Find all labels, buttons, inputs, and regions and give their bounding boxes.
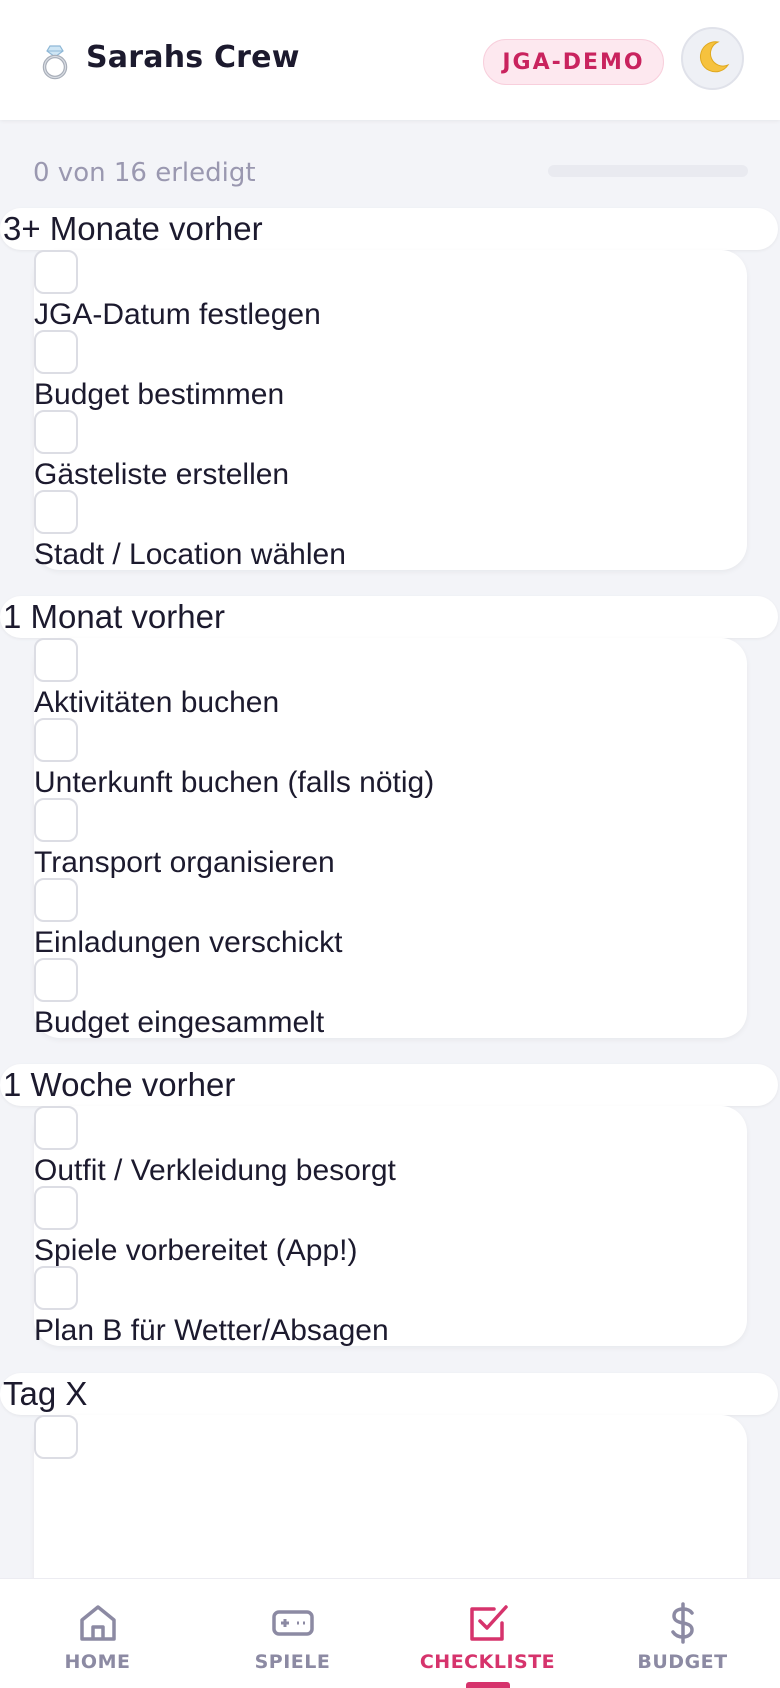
active-tab-indicator [466, 1682, 510, 1688]
ring-icon [38, 44, 72, 80]
section-header-tag-x[interactable]: Tag X [0, 1373, 778, 1415]
checklist-item[interactable]: Outfit / Verkleidung besorgt [34, 1106, 747, 1192]
checkbox[interactable] [34, 878, 78, 922]
section-card-tag-x [34, 1415, 747, 1578]
dollar-icon [661, 1601, 705, 1645]
home-icon [76, 1601, 120, 1645]
checklist-item[interactable]: JGA-Datum festlegen [34, 250, 747, 336]
checklist-item[interactable]: Plan B für Wetter/Absagen [34, 1266, 747, 1352]
section-header-3-monate[interactable]: 3+ Monate vorher [0, 208, 778, 250]
section-card-1-woche: Outfit / Verkleidung besorgt Spiele vorb… [34, 1106, 747, 1347]
app-root: 0 von 16 erledigt 3+ Monate vorher JGA-D… [0, 0, 780, 1688]
checklist-item[interactable]: Budget bestimmen [34, 330, 747, 416]
nav-label: BUDGET [637, 1651, 728, 1673]
item-label: Budget bestimmen [34, 378, 285, 411]
checkbox[interactable] [34, 250, 78, 294]
checkbox[interactable] [34, 718, 78, 762]
checklist-item[interactable]: Stadt / Location wählen [34, 490, 747, 576]
checkbox[interactable] [34, 490, 78, 534]
nav-label: HOME [64, 1651, 131, 1673]
item-label: Einladungen verschickt [34, 926, 343, 959]
nav-item-spiele[interactable]: SPIELE [195, 1579, 390, 1688]
checkbox[interactable] [34, 958, 78, 1002]
checkbox[interactable] [34, 798, 78, 842]
checkbox[interactable] [34, 330, 78, 374]
nav-label: CHECKLISTE [419, 1651, 556, 1673]
nav-item-budget[interactable]: BUDGET [585, 1579, 780, 1688]
progress-bar [548, 165, 748, 177]
item-label: Plan B für Wetter/Absagen [34, 1314, 389, 1347]
section-header-1-monat[interactable]: 1 Monat vorher [0, 596, 778, 638]
item-label: Stadt / Location wählen [34, 538, 346, 571]
section-card-3-monate: JGA-Datum festlegen Budget bestimmen Gäs… [34, 250, 747, 571]
checklist-item[interactable] [34, 1415, 747, 1501]
checkbox[interactable] [34, 1266, 78, 1310]
checkbox[interactable] [34, 1415, 78, 1459]
bottom-navigation: HOME SPIELE CHECKLISTE BUDGET [0, 1578, 780, 1688]
item-label: Outfit / Verkleidung besorgt [34, 1154, 396, 1187]
progress-text: 0 von 16 erledigt [33, 158, 256, 188]
section-title: 3+ Monate vorher [3, 210, 263, 247]
checklist-content: 0 von 16 erledigt 3+ Monate vorher JGA-D… [0, 0, 780, 1578]
checklist-item[interactable]: Unterkunft buchen (falls nötig) [34, 718, 747, 804]
checkbox[interactable] [34, 410, 78, 454]
checklist-item[interactable]: Budget eingesammelt [34, 958, 747, 1044]
section-title: 1 Monat vorher [3, 598, 225, 635]
checkbox[interactable] [34, 1186, 78, 1230]
item-label: Spiele vorbereitet (App!) [34, 1234, 358, 1267]
item-label: Transport organisieren [34, 846, 335, 879]
nav-item-checkliste[interactable]: CHECKLISTE [390, 1579, 585, 1688]
checklist-item[interactable]: Spiele vorbereitet (App!) [34, 1186, 747, 1272]
section-title: Tag X [3, 1375, 88, 1412]
theme-toggle-button[interactable] [681, 27, 744, 90]
checklist-icon [466, 1601, 510, 1645]
checklist-item[interactable]: Aktivitäten buchen [34, 638, 747, 724]
item-label: Aktivitäten buchen [34, 686, 280, 719]
section-header-1-woche[interactable]: 1 Woche vorher [0, 1064, 778, 1106]
gamepad-icon [271, 1601, 315, 1645]
demo-badge: JGA-DEMO [483, 39, 664, 85]
nav-label: SPIELE [254, 1651, 331, 1673]
app-header: Sarahs Crew JGA-DEMO [0, 0, 780, 120]
moon-icon [694, 38, 732, 80]
section-card-1-monat: Aktivitäten buchen Unterkunft buchen (fa… [34, 638, 747, 1039]
app-title: Sarahs Crew [86, 40, 300, 75]
checkbox[interactable] [34, 1106, 78, 1150]
item-label: Budget eingesammelt [34, 1006, 325, 1039]
item-label: Gästeliste erstellen [34, 458, 290, 491]
checkbox[interactable] [34, 638, 78, 682]
checklist-item[interactable]: Gästeliste erstellen [34, 410, 747, 496]
item-label: JGA-Datum festlegen [34, 298, 321, 331]
nav-item-home[interactable]: HOME [0, 1579, 195, 1688]
checklist-item[interactable]: Einladungen verschickt [34, 878, 747, 964]
section-title: 1 Woche vorher [3, 1066, 236, 1103]
item-label: Unterkunft buchen (falls nötig) [34, 766, 435, 799]
checklist-item[interactable]: Transport organisieren [34, 798, 747, 884]
